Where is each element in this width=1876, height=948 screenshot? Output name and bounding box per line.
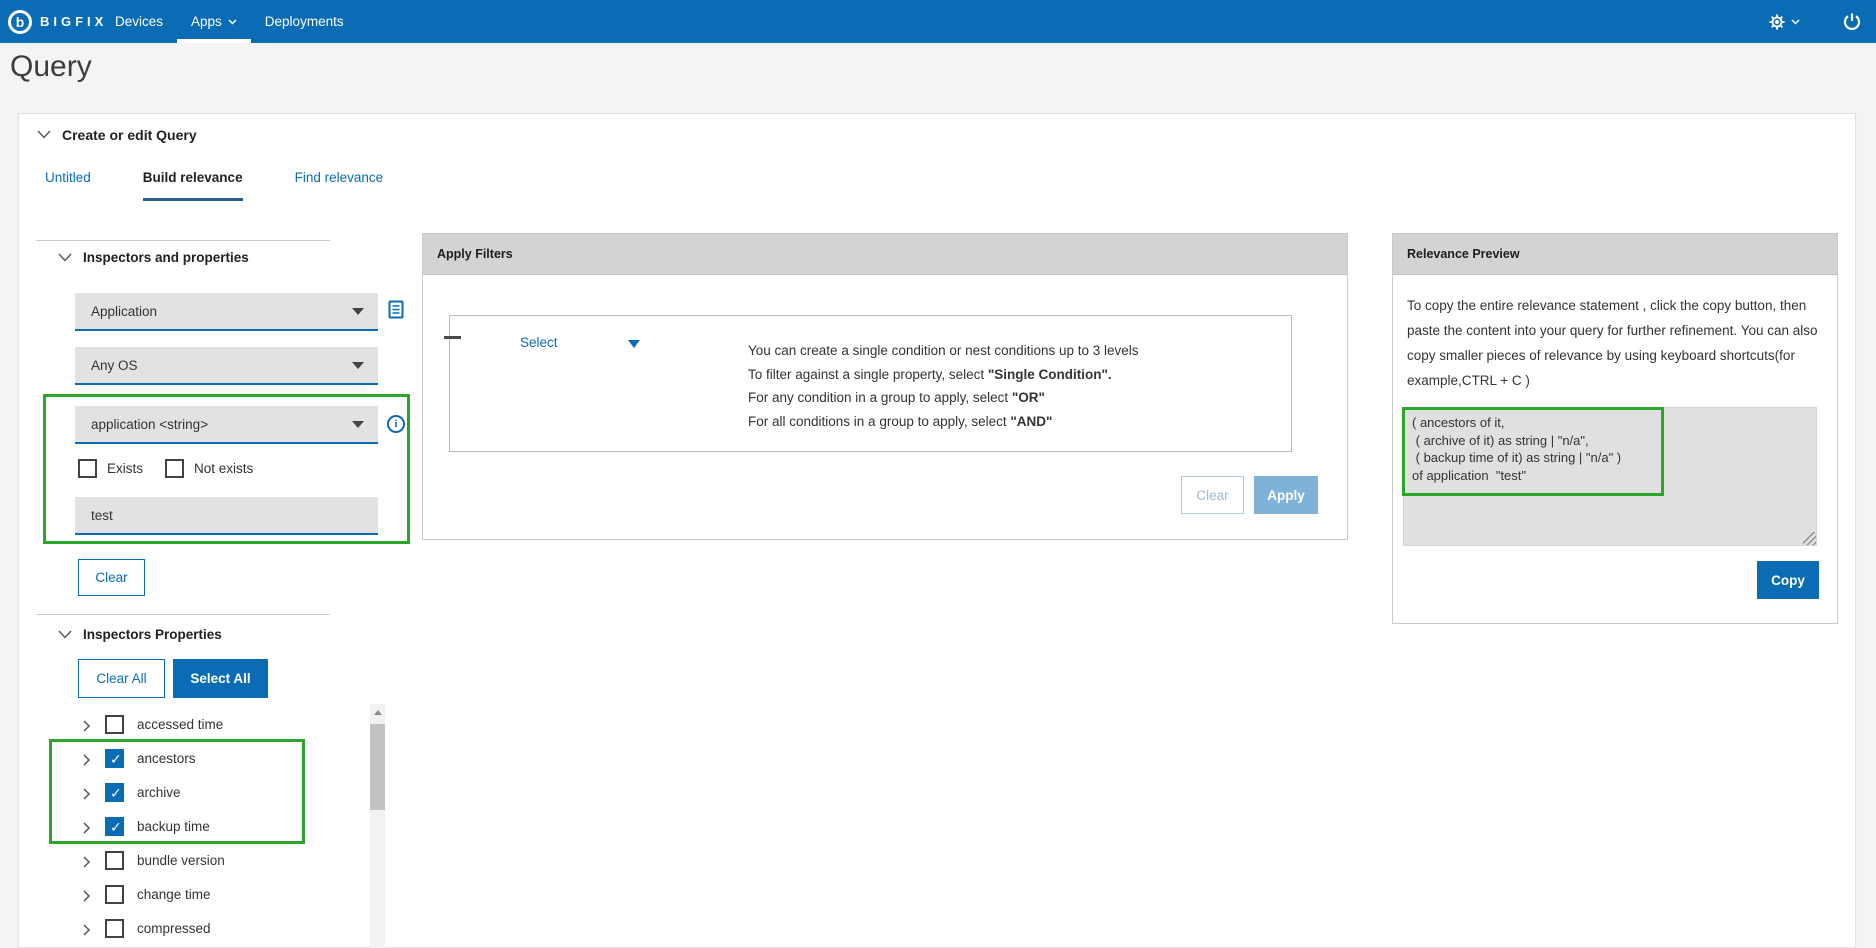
chevron-right-icon[interactable] (83, 855, 91, 873)
nav-item-devices[interactable]: Devices (101, 0, 177, 43)
inspector-select-value: Application (91, 304, 157, 319)
property-row: accessed time (78, 708, 353, 742)
brand-name: BIGFIX (40, 14, 107, 29)
settings-menu[interactable] (1768, 13, 1800, 31)
scrollbar-thumb[interactable] (370, 724, 385, 810)
property-row: bundle version (78, 844, 353, 878)
property-row: compressed (78, 912, 353, 946)
not-exists-checkbox[interactable] (165, 459, 184, 478)
chevron-down-icon (37, 130, 51, 139)
filter-instruction-line: For all conditions in a group to apply, … (748, 410, 1139, 434)
nav-menu: Devices Apps Deployments (101, 0, 358, 43)
chevron-right-icon[interactable] (83, 719, 91, 737)
properties-list: accessed time ancestors archive backup t… (78, 708, 353, 946)
copy-button[interactable]: Copy (1757, 561, 1819, 599)
query-tabs: Untitled Build relevance Find relevance (45, 170, 383, 201)
filter-select-dropdown[interactable]: Select (520, 335, 558, 350)
inspector-select[interactable]: Application (75, 293, 378, 331)
caret-down-icon (352, 421, 364, 428)
property-label: accessed time (137, 717, 223, 732)
scroll-up-arrow-icon[interactable] (370, 704, 385, 720)
property-label: archive (137, 785, 181, 800)
chevron-right-icon[interactable] (83, 787, 91, 805)
filter-instruction-line: For any condition in a group to apply, s… (748, 386, 1139, 410)
property-label: ancestors (137, 751, 196, 766)
nav-right (1768, 0, 1876, 43)
filter-node-dash (444, 336, 461, 339)
property-checkbox[interactable] (105, 749, 124, 768)
bigfix-logo[interactable]: b BIGFIX (8, 0, 107, 43)
property-checkbox[interactable] (105, 715, 124, 734)
filter-apply-button[interactable]: Apply (1254, 476, 1318, 514)
nav-item-apps[interactable]: Apps (177, 0, 251, 43)
divider (36, 240, 330, 241)
section-title: Create or edit Query (62, 127, 197, 143)
properties-title: Inspectors Properties (83, 627, 222, 642)
exists-label: Exists (107, 461, 143, 476)
relevance-code-textarea[interactable]: ( ancestors of it, ( archive of it) as s… (1403, 407, 1817, 546)
property-row: change time (78, 878, 353, 912)
relevance-preview-description: To copy the entire relevance statement ,… (1407, 293, 1831, 393)
not-exists-label: Not exists (194, 461, 253, 476)
top-nav: b BIGFIX Devices Apps Deployments (0, 0, 1876, 43)
property-checkbox[interactable] (105, 919, 124, 938)
property-select-value: application <string> (91, 417, 208, 432)
inspector-doc-icon[interactable] (388, 300, 404, 324)
gear-icon (1768, 13, 1786, 31)
chevron-right-icon[interactable] (83, 753, 91, 771)
chevron-down-icon (1791, 19, 1800, 25)
divider (36, 614, 330, 615)
select-all-button[interactable]: Select All (173, 659, 268, 698)
tab-find-relevance[interactable]: Find relevance (295, 170, 384, 201)
chevron-down-icon (58, 253, 72, 262)
property-label: change time (137, 887, 211, 902)
property-row: archive (78, 776, 353, 810)
chevron-down-icon (228, 19, 237, 25)
properties-scrollbar[interactable] (370, 704, 385, 948)
properties-collapse-toggle[interactable] (58, 630, 72, 639)
clear-all-button[interactable]: Clear All (78, 659, 165, 698)
chevron-down-icon (58, 630, 72, 639)
textarea-resize-handle[interactable] (1803, 532, 1816, 545)
property-value-input[interactable] (75, 497, 378, 535)
power-icon (1842, 12, 1862, 32)
property-row: backup time (78, 810, 353, 844)
filter-instruction-line: You can create a single condition or nes… (748, 339, 1139, 363)
property-checkbox[interactable] (105, 817, 124, 836)
filter-clear-button[interactable]: Clear (1181, 476, 1244, 514)
tab-build-relevance[interactable]: Build relevance (143, 170, 243, 201)
clear-button[interactable]: Clear (78, 559, 145, 596)
chevron-right-icon[interactable] (83, 821, 91, 839)
filter-instruction-line: To filter against a single property, sel… (748, 363, 1139, 387)
property-checkbox[interactable] (105, 783, 124, 802)
apply-filters-header: Apply Filters (423, 234, 1347, 275)
inspectors-collapse-toggle[interactable] (58, 253, 72, 262)
logout-button[interactable] (1842, 12, 1862, 32)
caret-down-icon (352, 362, 364, 369)
filter-instructions: You can create a single condition or nes… (748, 339, 1139, 433)
property-label: compressed (137, 921, 211, 936)
property-label: bundle version (137, 853, 225, 868)
section-collapse-toggle[interactable] (37, 130, 51, 139)
info-icon[interactable]: i (387, 415, 405, 433)
tab-untitled[interactable]: Untitled (45, 170, 91, 201)
bigfix-query-page: b BIGFIX Devices Apps Deployments (0, 0, 1876, 948)
property-checkbox[interactable] (105, 851, 124, 870)
property-checkbox[interactable] (105, 885, 124, 904)
os-select-value: Any OS (91, 358, 138, 373)
property-select[interactable]: application <string> (75, 406, 378, 444)
exists-checkbox[interactable] (78, 459, 97, 478)
bigfix-logo-icon: b (8, 10, 32, 34)
property-row: ancestors (78, 742, 353, 776)
os-select[interactable]: Any OS (75, 347, 378, 385)
chevron-right-icon[interactable] (83, 923, 91, 941)
caret-down-icon[interactable] (628, 340, 640, 348)
chevron-right-icon[interactable] (83, 889, 91, 907)
property-label: backup time (137, 819, 210, 834)
relevance-preview-header: Relevance Preview (1393, 234, 1837, 275)
nav-item-deployments[interactable]: Deployments (251, 0, 358, 43)
inspectors-title: Inspectors and properties (83, 250, 249, 265)
page-title: Query (10, 50, 92, 84)
caret-down-icon (352, 308, 364, 315)
